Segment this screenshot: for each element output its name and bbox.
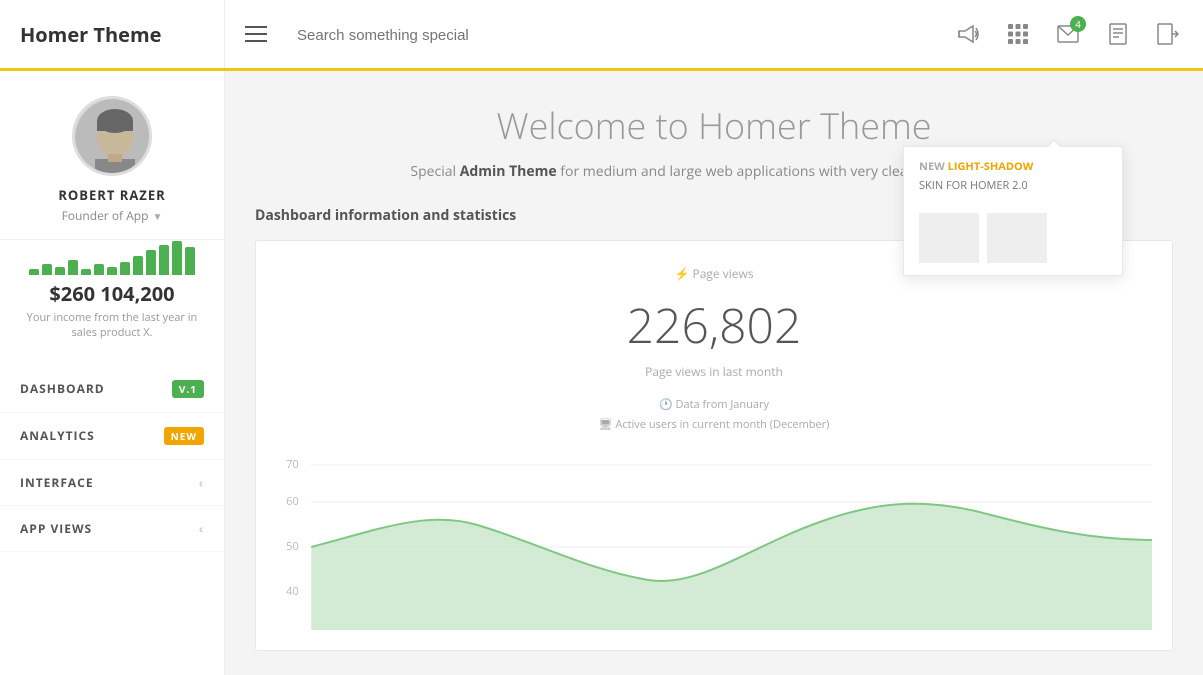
bar-7 <box>120 262 130 275</box>
mail-icon[interactable]: 4 <box>1048 14 1088 54</box>
appviews-chevron-icon: ‹ <box>199 520 204 537</box>
page-views-subtitle: Page views in last month <box>276 363 1152 380</box>
chart-label: ⚡ Page views <box>674 265 753 282</box>
sidebar-nav: DASHBOARD V.1 ANALYTICS NEW INTERFACE ‹ … <box>0 356 224 562</box>
notif-skin-label: SKIN FOR HOMER 2.0 <box>919 178 1107 193</box>
bar-9 <box>146 250 156 276</box>
profile-role[interactable]: Founder of App ▼ <box>20 207 204 224</box>
mail-badge: 4 <box>1070 16 1086 32</box>
notification-popup: NEW LIGHT-SHADOW SKIN FOR HOMER 2.0 <box>903 146 1123 276</box>
chart-info: 🕐 Data from January 🖥 Active users in cu… <box>276 395 1152 435</box>
chart-info-line1: 🕐 Data from January <box>276 395 1152 415</box>
navbar: Homer Theme 4 <box>0 0 1203 71</box>
profile-section: ROBERT RAZER Founder of App ▼ <box>0 71 224 240</box>
role-chevron-icon: ▼ <box>152 209 162 223</box>
sidebar-item-interface[interactable]: INTERFACE ‹ <box>0 460 224 506</box>
welcome-sub-prefix: Special <box>410 162 459 181</box>
bar-5 <box>94 264 104 275</box>
bar-11 <box>172 241 182 275</box>
brand-logo: Homer Theme <box>0 0 225 68</box>
svg-text:40: 40 <box>286 584 299 599</box>
dashboard-badge: V.1 <box>172 380 204 398</box>
bar-6 <box>107 267 117 276</box>
welcome-title: Welcome to Homer Theme <box>255 101 1173 150</box>
popup-arrow-inner <box>1047 141 1061 148</box>
sidebar-item-analytics-label: ANALYTICS <box>20 427 95 444</box>
svg-text:60: 60 <box>286 494 299 509</box>
document-icon[interactable] <box>1098 14 1138 54</box>
analytics-badge: NEW <box>164 427 204 445</box>
notif-image-1 <box>919 213 979 263</box>
clock-icon: 🕐 <box>659 397 673 412</box>
bar-1 <box>42 264 52 275</box>
sidebar: ROBERT RAZER Founder of App ▼ $260 104,2… <box>0 71 225 675</box>
bar-10 <box>159 245 169 275</box>
bar-4 <box>81 269 91 275</box>
bar-2 <box>55 267 65 276</box>
income-value: $260 104,200 <box>0 280 224 307</box>
sidebar-item-dashboard[interactable]: DASHBOARD V.1 <box>0 366 224 413</box>
navbar-icons: 4 <box>933 14 1203 54</box>
income-chart <box>0 240 224 280</box>
svg-text:70: 70 <box>286 457 299 472</box>
bar-8 <box>133 256 143 275</box>
income-description: Your income from the last year in sales … <box>0 307 224 356</box>
megaphone-icon[interactable] <box>948 14 988 54</box>
interface-chevron-icon: ‹ <box>199 474 204 491</box>
logout-icon[interactable] <box>1148 14 1188 54</box>
lightning-icon: ⚡ <box>674 265 689 282</box>
notif-new-label: NEW LIGHT-SHADOW <box>919 159 1107 174</box>
sidebar-item-dashboard-label: DASHBOARD <box>20 380 105 397</box>
sidebar-item-appviews[interactable]: APP VIEWS ‹ <box>0 506 224 552</box>
avatar <box>72 96 152 176</box>
chart-card: ⚡ Page views 226,802 Page views in last … <box>255 240 1173 651</box>
sidebar-item-appviews-label: APP VIEWS <box>20 520 92 537</box>
search-input[interactable] <box>297 27 923 44</box>
bar-0 <box>29 269 39 275</box>
profile-name: ROBERT RAZER <box>20 186 204 204</box>
layout: ROBERT RAZER Founder of App ▼ $260 104,2… <box>0 71 1203 675</box>
search-container <box>287 23 933 45</box>
menu-toggle[interactable] <box>225 21 287 48</box>
page-views-number: 226,802 <box>276 293 1152 358</box>
sidebar-item-interface-label: INTERFACE <box>20 474 94 491</box>
notif-image-2 <box>987 213 1047 263</box>
notif-highlight: LIGHT-SHADOW <box>948 159 1034 174</box>
chart-area: 70 60 50 40 <box>276 450 1152 630</box>
sidebar-item-analytics[interactable]: ANALYTICS NEW <box>0 413 224 460</box>
bar-12 <box>185 247 195 275</box>
brand-title: Homer Theme <box>20 21 161 48</box>
svg-text:50: 50 <box>286 539 299 554</box>
bar-3 <box>68 260 78 275</box>
chart-info-line2: 🖥 Active users in current month (Decembe… <box>276 415 1152 435</box>
apps-icon[interactable] <box>998 14 1038 54</box>
monitor-icon: 🖥 <box>599 417 613 432</box>
welcome-sub-bold: Admin Theme <box>460 162 557 181</box>
main-content: Welcome to Homer Theme Special Admin The… <box>225 71 1203 675</box>
